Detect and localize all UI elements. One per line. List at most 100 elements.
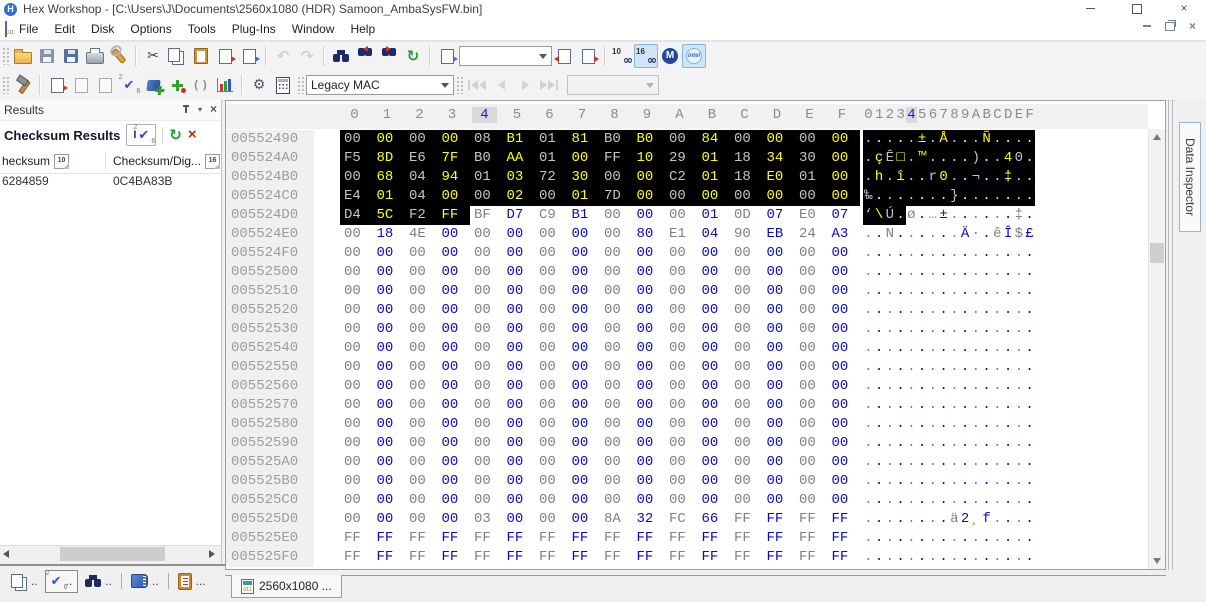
ascii-cell[interactable]: . [895,472,906,491]
byte-cell[interactable]: FF [568,548,601,567]
ascii-cell[interactable]: 4 [1003,149,1014,168]
ascii-cell[interactable]: . [938,415,949,434]
byte-cell[interactable]: 00 [535,491,568,510]
ascii-cell[interactable]: . [1014,529,1025,548]
ascii-cell[interactable]: . [885,187,896,206]
byte-cell[interactable]: 00 [503,510,536,529]
ascii-cell[interactable]: . [874,225,885,244]
byte-cell[interactable]: 00 [503,263,536,282]
ascii-cell[interactable]: . [938,149,949,168]
byte-cell[interactable]: 84 [698,130,731,149]
byte-cell[interactable]: 00 [698,244,731,263]
ascii-cell[interactable]: . [928,548,939,567]
ascii-cell[interactable]: . [938,358,949,377]
byte-cell[interactable]: 00 [535,415,568,434]
mdi-restore-button[interactable] [1165,22,1175,31]
ascii-cell[interactable]: . [928,282,939,301]
byte-cell[interactable]: E4 [340,187,373,206]
ascii-cell[interactable]: . [895,282,906,301]
ascii-cell[interactable]: . [928,339,939,358]
ascii-cell[interactable]: . [863,358,874,377]
ascii-cell[interactable]: . [895,187,906,206]
byte-cell[interactable]: 00 [340,339,373,358]
ascii-cell[interactable]: . [928,396,939,415]
byte-cell[interactable]: 08 [470,130,503,149]
byte-cell[interactable]: 00 [373,282,406,301]
byte-cell[interactable]: 00 [438,187,471,206]
ascii-cell[interactable]: . [938,244,949,263]
ascii-cell[interactable]: . [981,377,992,396]
byte-cell[interactable]: AA [503,149,536,168]
ascii-cell[interactable]: . [971,377,982,396]
byte-cell[interactable]: 00 [795,244,828,263]
ascii-cell[interactable]: . [863,548,874,567]
byte-cell[interactable]: 04 [698,225,731,244]
ascii-cell[interactable]: . [895,491,906,510]
byte-cell[interactable]: 00 [438,415,471,434]
ascii-cell[interactable]: . [1024,168,1035,187]
ascii-cell[interactable]: . [971,244,982,263]
ascii-cell[interactable]: . [960,339,971,358]
byte-cell[interactable]: 00 [730,320,763,339]
byte-cell[interactable]: 00 [665,187,698,206]
ascii-cell[interactable]: . [971,434,982,453]
ascii-cell[interactable]: î [895,168,906,187]
ascii-cell[interactable]: . [992,301,1003,320]
ascii-cell[interactable]: . [1024,206,1035,225]
goto-forward-button[interactable] [576,44,600,68]
ascii-cell[interactable]: . [992,510,1003,529]
byte-cell[interactable]: 04 [405,168,438,187]
byte-cell[interactable]: 00 [405,339,438,358]
ascii-cell[interactable]: . [928,130,939,149]
ascii-cell[interactable]: . [928,377,939,396]
byte-cell[interactable]: 03 [503,168,536,187]
find-previous-button[interactable] [353,44,377,68]
ascii-cell[interactable]: . [1014,396,1025,415]
ascii-cell[interactable]: r [928,168,939,187]
ascii-cell[interactable]: . [917,358,928,377]
ascii-cell[interactable]: . [949,320,960,339]
ascii-cell[interactable]: . [1003,130,1014,149]
byte-cell[interactable]: 01 [795,168,828,187]
ascii-cell[interactable]: . [863,339,874,358]
byte-cell[interactable]: 00 [340,168,373,187]
byte-cell[interactable]: F2 [405,206,438,225]
ascii-cell[interactable]: h [874,168,885,187]
ascii-cell[interactable]: . [1003,415,1014,434]
byte-cell[interactable]: 00 [405,244,438,263]
hex-vertical-scrollbar[interactable] [1148,129,1165,569]
last-result-button[interactable] [537,73,561,97]
ascii-cell[interactable]: . [917,301,928,320]
byte-cell[interactable]: EB [763,225,796,244]
ascii-cell[interactable]: . [863,453,874,472]
ascii-cell[interactable]: . [885,168,896,187]
ascii-cell[interactable]: . [1024,320,1035,339]
ascii-cell[interactable]: . [917,225,928,244]
ascii-cell[interactable]: ê [992,225,1003,244]
byte-cell[interactable]: 00 [665,301,698,320]
cut-button[interactable]: ✂ [141,44,165,68]
ascii-cell[interactable]: . [874,130,885,149]
byte-cell[interactable]: 00 [600,377,633,396]
byte-cell[interactable]: 00 [535,301,568,320]
ascii-cell[interactable]: . [992,548,1003,567]
ascii-cell[interactable]: . [938,377,949,396]
byte-cell[interactable]: D4 [340,206,373,225]
byte-cell[interactable]: 00 [340,434,373,453]
byte-cell[interactable]: 00 [795,301,828,320]
ascii-cell[interactable]: £ [1024,225,1035,244]
ascii-cell[interactable]: . [971,339,982,358]
byte-cell[interactable]: 00 [730,434,763,453]
ascii-cell[interactable]: . [885,301,896,320]
ascii-cell[interactable]: . [906,301,917,320]
ascii-cell[interactable]: . [981,396,992,415]
byte-cell[interactable]: 00 [665,453,698,472]
splitter[interactable] [1168,100,1169,570]
column-header-digest[interactable]: Checksum/Dig... 16 [105,154,220,169]
ascii-cell[interactable]: . [971,491,982,510]
ascii-cell[interactable]: . [960,187,971,206]
ascii-cell[interactable]: . [863,415,874,434]
ascii-cell[interactable]: · [971,225,982,244]
ascii-cell[interactable]: ç [874,149,885,168]
byte-cell[interactable]: 00 [665,282,698,301]
